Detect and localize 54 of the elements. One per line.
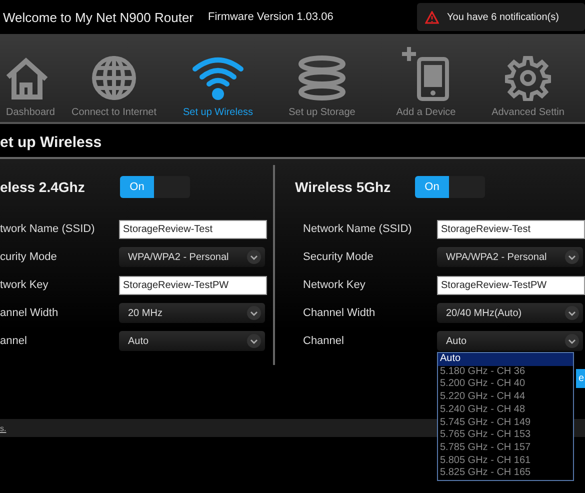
dropdown-option[interactable]: 5.805 GHz - CH 161 (438, 454, 573, 468)
notification-bar[interactable]: You have 6 notification(s) (417, 3, 585, 31)
nav-tab[interactable]: Set up Wireless (166, 34, 270, 122)
field-label: curity Mode (0, 251, 58, 263)
nav-tab[interactable]: Dashboard (0, 34, 62, 122)
dropdown-option[interactable]: Auto (438, 353, 573, 366)
field-label: annel Width (0, 307, 60, 319)
field-label: annel (0, 335, 28, 347)
dropdown-option[interactable]: 5.220 GHz - CH 44 (438, 391, 573, 404)
select-field[interactable]: 20/40 MHz(Auto) (437, 303, 583, 323)
section-heading: eless 2.4Ghz (0, 179, 86, 195)
field-label: Network Name (SSID) (302, 223, 413, 235)
field-label: Channel Width (302, 307, 376, 319)
field-label: twork Name (SSID) (0, 223, 96, 235)
field-label: twork Key (0, 279, 50, 291)
disk-stack-icon (297, 55, 347, 101)
footer-link[interactable]: s. (0, 424, 6, 432)
dropdown-option[interactable]: 5.825 GHz - CH 165 (438, 467, 573, 480)
tablet-plus-icon (401, 45, 451, 101)
nav-tab[interactable]: Add a Device (374, 34, 478, 122)
select-field[interactable]: WPA/WPA2 - Personal (119, 247, 265, 267)
nav-tab[interactable]: Set up Storage (270, 34, 374, 122)
chevron-icon (565, 306, 579, 320)
select-field[interactable]: Auto (119, 331, 265, 351)
house-icon (6, 57, 50, 101)
nav-tab[interactable]: Advanced Settin (478, 34, 578, 122)
nav-tab[interactable]: Connect to Internet (62, 34, 166, 122)
chevron-icon (247, 334, 261, 348)
dropdown-option[interactable]: 5.785 GHz - CH 157 (438, 442, 573, 455)
dropdown-option[interactable]: 5.200 GHz - CH 40 (438, 378, 573, 392)
chevron-icon (565, 334, 579, 348)
settings-icon (505, 55, 551, 101)
warning-icon (425, 10, 439, 24)
globe-icon (91, 55, 137, 101)
chevron-icon (565, 250, 579, 264)
text-field[interactable]: StorageReview-Test (119, 220, 267, 238)
chevron-icon (247, 306, 261, 320)
header-title: Welcome to My Net N900 Router (2, 10, 194, 24)
select-field[interactable]: WPA/WPA2 - Personal (437, 247, 583, 267)
section-heading: Wireless 5Ghz (295, 179, 392, 195)
dropdown-option[interactable]: 5.180 GHz - CH 36 (438, 366, 573, 378)
field-label: Security Mode (302, 251, 374, 263)
select-field[interactable]: 20 MHz (119, 303, 265, 323)
chevron-icon (247, 250, 261, 264)
field-label: Channel (302, 335, 345, 347)
wifi-icon (192, 57, 244, 101)
field-label: Network Key (302, 279, 366, 291)
text-field[interactable]: StorageReview-Test (437, 220, 585, 238)
dropdown-option[interactable]: 5.765 GHz - CH 153 (438, 429, 573, 442)
text-field[interactable]: StorageReview-TestPW (119, 276, 267, 294)
firmware-version: Firmware Version 1.03.06 (208, 11, 334, 23)
dropdown-option[interactable]: 5.240 GHz - CH 48 (438, 404, 573, 417)
text-field[interactable]: StorageReview-TestPW (437, 276, 585, 294)
dropdown-option[interactable]: 5.745 GHz - CH 149 (438, 416, 573, 430)
